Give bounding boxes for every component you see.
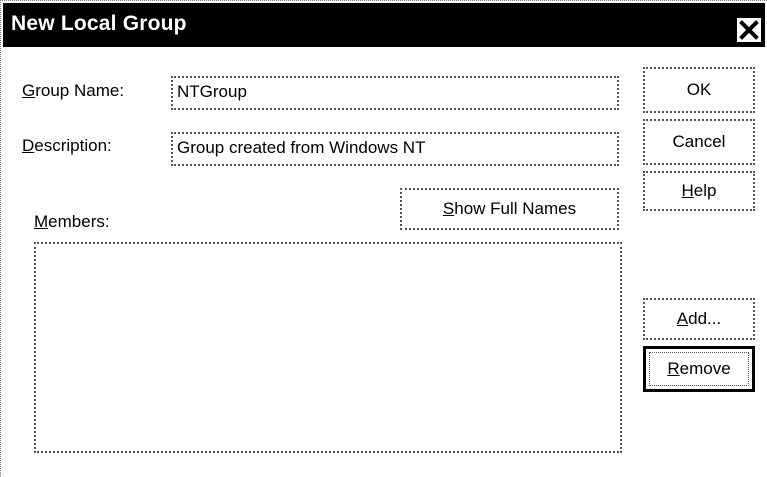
add-button[interactable]: Add... <box>643 298 755 340</box>
title-bar[interactable]: New Local Group <box>3 3 765 47</box>
remove-button[interactable]: Remove <box>643 346 755 392</box>
cancel-button[interactable]: Cancel <box>643 119 755 165</box>
group-name-field[interactable]: NTGroup <box>171 76 619 110</box>
help-button[interactable]: Help <box>643 171 755 211</box>
group-name-value: NTGroup <box>177 82 247 101</box>
show-full-names-button[interactable]: Show Full Names <box>400 188 619 230</box>
new-local-group-dialog: New Local Group Group Name: NTGroup Desc… <box>0 0 767 477</box>
close-button[interactable] <box>736 17 762 43</box>
description-value: Group created from Windows NT <box>177 138 426 157</box>
window-title: New Local Group <box>11 12 187 35</box>
description-label: Description: <box>22 136 112 155</box>
ok-button[interactable]: OK <box>643 67 755 113</box>
close-icon <box>739 20 759 40</box>
description-field[interactable]: Group created from Windows NT <box>171 132 619 166</box>
group-name-label: Group Name: <box>22 81 125 100</box>
members-listbox[interactable] <box>34 242 622 453</box>
members-label: Members: <box>34 212 110 231</box>
